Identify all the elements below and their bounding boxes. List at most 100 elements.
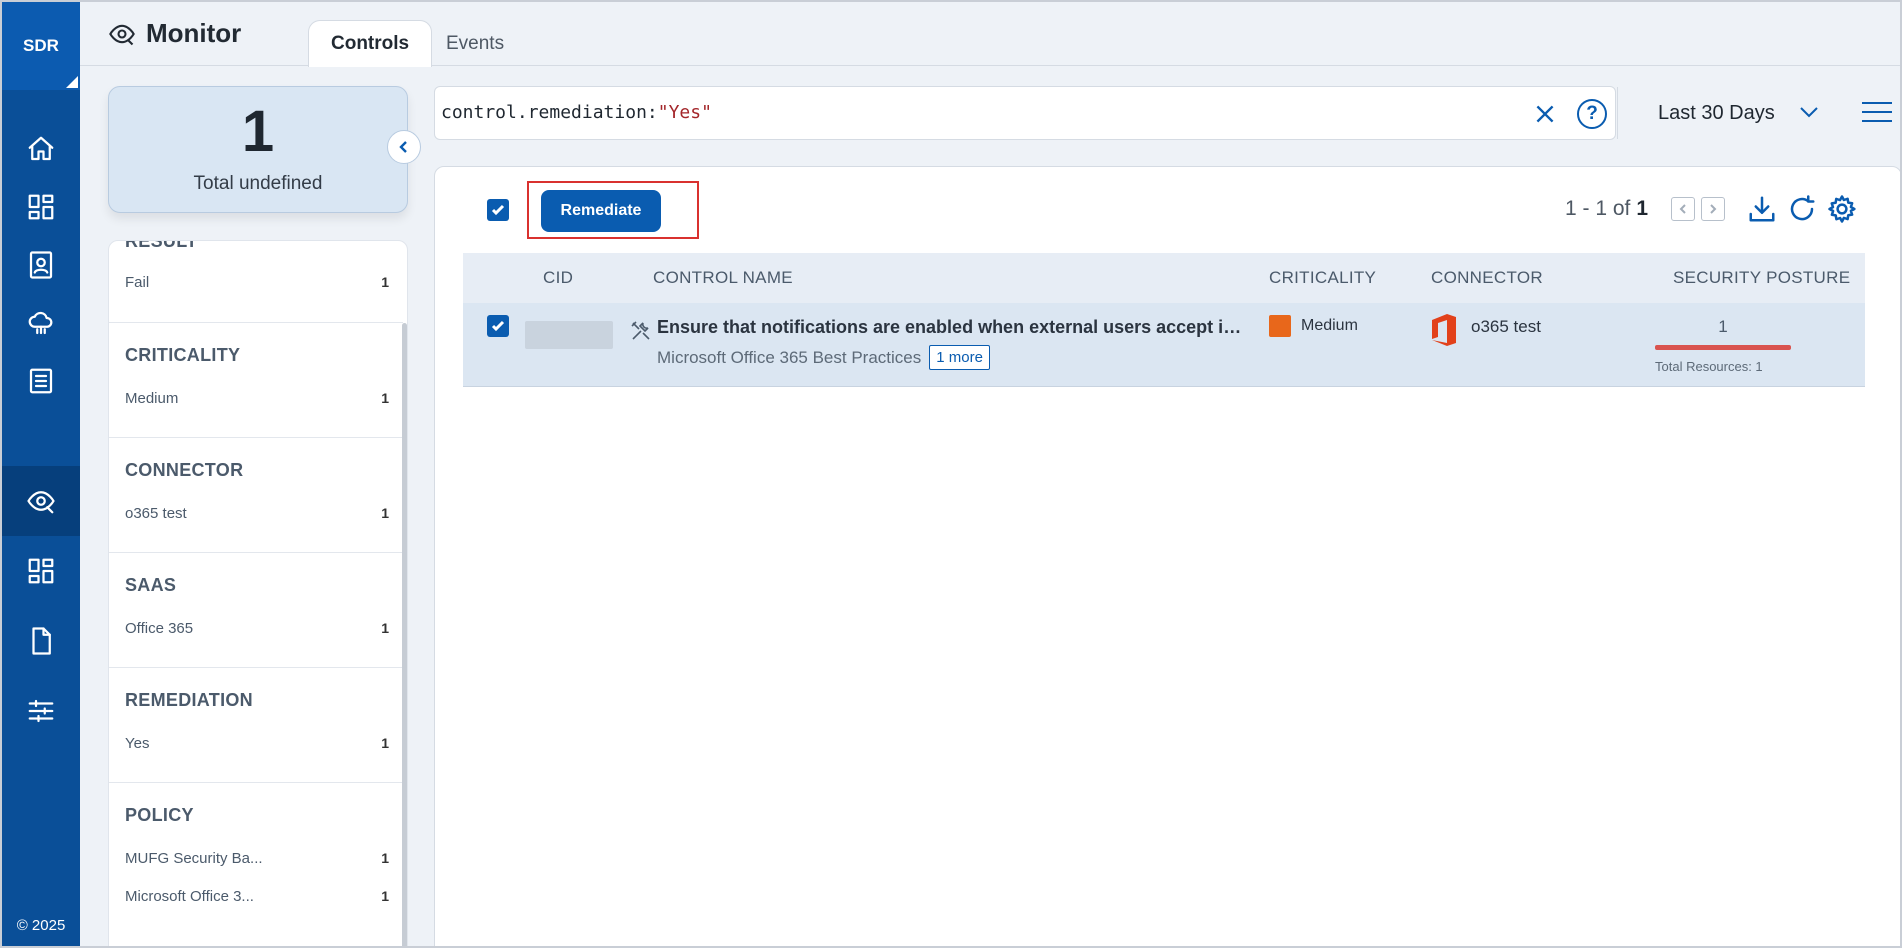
hamburger-menu-icon[interactable] (1862, 102, 1892, 126)
report-icon (29, 368, 53, 394)
gear-icon (1828, 195, 1856, 223)
facet-row[interactable]: Medium 1 (125, 390, 389, 407)
facet-scrollbar[interactable] (402, 323, 407, 946)
facet-group-connector: CONNECTOR o365 test 1 (109, 438, 403, 553)
facet-row-count: 1 (381, 274, 389, 290)
checkmark-icon (491, 320, 505, 332)
nav-monitor[interactable] (2, 466, 80, 536)
remediate-highlight: Remediate (527, 181, 699, 239)
facet-group-policy: POLICY MUFG Security Ba... 1 Microsoft O… (109, 783, 403, 946)
facet-group-remediation: REMEDIATION Yes 1 (109, 668, 403, 783)
facet-row-label: Microsoft Office 3... (125, 888, 254, 905)
column-header-control-name[interactable]: CONTROL NAME (653, 268, 793, 288)
facet-row[interactable]: Office 365 1 (125, 620, 389, 637)
cloud-icon (28, 311, 53, 335)
criticality-swatch (1269, 315, 1291, 337)
expand-corner-icon (66, 76, 78, 88)
prev-page-button[interactable] (1671, 197, 1695, 221)
facet-panel: RESULT Fail 1 CRITICALITY Medium 1 CONNE… (108, 240, 408, 946)
total-resources: Total Resources: 1 (1655, 359, 1763, 374)
table-header: CID CONTROL NAME CRITICALITY CONNECTOR S… (463, 253, 1865, 303)
facet-row-count: 1 (381, 505, 389, 521)
facet-group-saas: SAAS Office 365 1 (109, 553, 403, 668)
facet-title: CONNECTOR (125, 460, 244, 480)
nav-settings-sliders[interactable] (2, 676, 80, 746)
connector-value: o365 test (1471, 317, 1541, 336)
facet-row[interactable]: Fail 1 (125, 274, 389, 291)
nav-reports[interactable] (2, 346, 80, 416)
search-query[interactable]: control.remediation:"Yes" (441, 102, 712, 123)
column-header-criticality[interactable]: CRITICALITY (1269, 268, 1376, 288)
tab-controls[interactable]: Controls (308, 20, 433, 67)
criticality-value: Medium (1301, 317, 1358, 334)
control-policy-text: Microsoft Office 365 Best Practices (657, 347, 922, 367)
facet-row-label: Fail (125, 274, 150, 291)
facet-row-count: 1 (381, 735, 389, 751)
remediate-button[interactable]: Remediate (541, 190, 661, 232)
total-label: Total undefined (193, 173, 323, 194)
app-window: SDR © 2025 Monitor Controls Events 1 Tot… (0, 0, 1902, 948)
remediation-tools-icon (629, 319, 653, 343)
download-button[interactable] (1747, 194, 1777, 224)
control-name-link[interactable]: Ensure that notifications are enabled wh… (657, 317, 1247, 338)
tab-events-label: Events (446, 32, 505, 54)
facet-title: CRITICALITY (125, 345, 241, 365)
refresh-button[interactable] (1787, 194, 1817, 224)
facet-row-label: Medium (125, 390, 179, 407)
column-header-cid[interactable]: CID (543, 268, 573, 288)
posture-bar-fill (1655, 345, 1791, 350)
app-logo-text: SDR (23, 36, 59, 55)
chevron-left-icon (1679, 204, 1686, 214)
pagination-range: 1 - 1 of (1565, 197, 1631, 220)
pagination-total: 1 (1636, 197, 1649, 220)
chevron-left-icon (399, 141, 407, 153)
total-count: 1 (241, 99, 275, 164)
chevron-right-icon (1710, 204, 1717, 214)
facet-row[interactable]: Microsoft Office 3... 1 (125, 888, 389, 905)
nav-documents[interactable] (2, 606, 80, 676)
facet-row[interactable]: o365 test 1 (125, 505, 389, 522)
home-icon (28, 136, 54, 161)
column-header-connector[interactable]: CONNECTOR (1431, 268, 1543, 288)
nav-rail: SDR © 2025 (2, 2, 80, 946)
facet-row-count: 1 (381, 620, 389, 636)
posture-count[interactable]: 1 (1655, 317, 1791, 337)
chevron-down-icon (1800, 107, 1818, 118)
help-icon[interactable]: ? (1577, 99, 1607, 129)
column-header-security-posture[interactable]: SECURITY POSTURE (1673, 268, 1850, 288)
cid-redacted (525, 321, 613, 349)
nav-dashboard-alt[interactable] (2, 536, 80, 606)
posture-bar (1655, 345, 1791, 350)
clear-search-button[interactable] (1532, 101, 1558, 127)
dashboard-icon (28, 194, 54, 220)
facet-row[interactable]: MUFG Security Ba... 1 (125, 850, 389, 867)
row-checkbox[interactable] (487, 315, 509, 337)
refresh-icon (1790, 195, 1815, 221)
next-page-button[interactable] (1701, 197, 1725, 221)
close-icon (1536, 105, 1554, 123)
dashboard-alt-icon (28, 558, 54, 584)
tab-events[interactable]: Events (424, 20, 526, 67)
settings-button[interactable] (1827, 194, 1857, 224)
total-summary-card: 1 Total undefined (108, 86, 408, 213)
page-title-text: Monitor (146, 18, 242, 48)
app-logo[interactable]: SDR (2, 2, 80, 90)
select-all-checkbox[interactable] (487, 199, 509, 221)
collapse-panel-button[interactable] (387, 130, 421, 164)
more-policies-badge[interactable]: 1 more (929, 345, 990, 370)
facet-row[interactable]: Yes 1 (125, 735, 389, 752)
facet-group-result: RESULT Fail 1 (109, 241, 403, 323)
facet-row-count: 1 (381, 888, 389, 904)
contacts-icon (29, 251, 53, 279)
table-row[interactable]: Ensure that notifications are enabled wh… (463, 303, 1865, 387)
document-icon (32, 627, 51, 655)
sliders-icon (28, 699, 54, 723)
facet-row-label: MUFG Security Ba... (125, 850, 263, 867)
pagination-info: 1 - 1 of 1 (1565, 197, 1648, 221)
monitor-eye-icon (109, 24, 135, 45)
checkmark-icon (491, 204, 505, 216)
search-bar[interactable]: control.remediation:"Yes" ? Last 30 Days (434, 86, 1818, 140)
facet-row-count: 1 (381, 390, 389, 406)
date-range-select[interactable]: Last 30 Days (1617, 87, 1835, 139)
copyright: © 2025 (16, 917, 66, 934)
